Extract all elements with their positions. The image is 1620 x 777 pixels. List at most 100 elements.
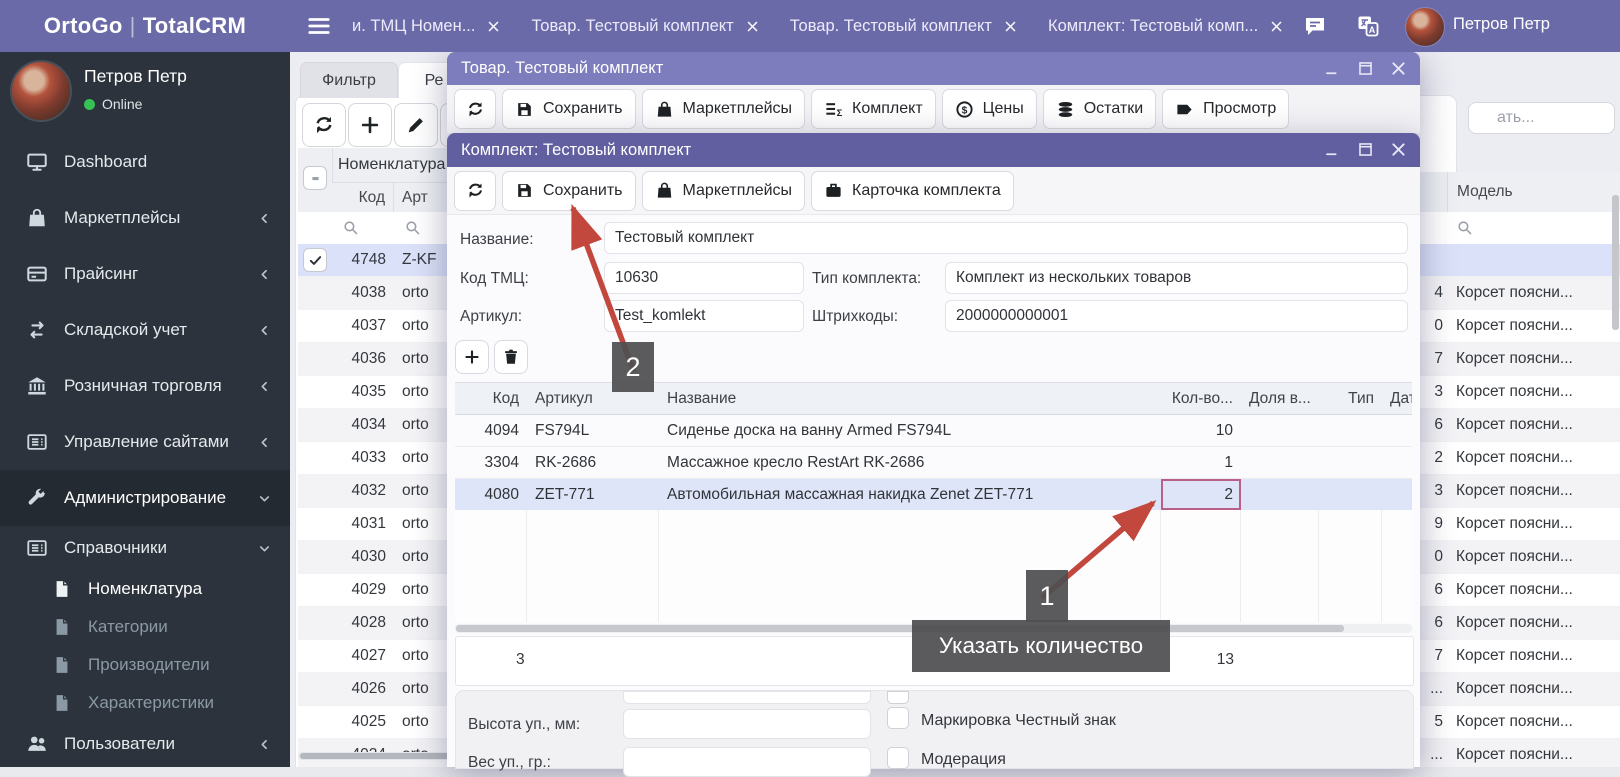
column-article[interactable]: Арт [394, 183, 428, 212]
package-field-partial[interactable] [623, 691, 871, 704]
profile-avatar[interactable] [10, 60, 72, 122]
moderation-checkbox[interactable] [887, 747, 909, 769]
row-checkbox[interactable] [303, 248, 327, 272]
tab-filter[interactable]: Фильтр [300, 62, 398, 98]
close-icon[interactable] [1389, 59, 1408, 78]
minimize-icon[interactable] [1323, 140, 1342, 159]
kit-column-2[interactable]: Название [659, 383, 1161, 415]
table-row[interactable]: 6Корсет поясни... [1420, 607, 1620, 640]
kit-cell-4 [1241, 479, 1319, 511]
sidebar-item-administration[interactable]: Администрирование [0, 470, 290, 526]
sidebar-item-characteristics[interactable]: Характеристики [0, 684, 290, 722]
cell-tail: 3 [1420, 376, 1447, 408]
kit-сохранить-button[interactable]: Сохранить [502, 171, 636, 211]
kit-item-row[interactable]: 4080ZET-771Автомобильная массажная накид… [455, 479, 1412, 511]
article-field[interactable] [604, 300, 804, 332]
checkbox-partial[interactable] [887, 691, 909, 704]
chat-icon[interactable] [1303, 14, 1327, 38]
table-row[interactable]: 3Корсет поясни... [1420, 376, 1620, 409]
kit-column-4[interactable]: Доля в... [1241, 383, 1319, 415]
table-row[interactable]: 4Корсет поясни... [1420, 277, 1620, 310]
topbar-tab-0[interactable]: и. ТМЦ Номен... [352, 17, 501, 36]
table-row[interactable]: 0Корсет поясни... [1420, 541, 1620, 574]
kit-маркетплейсы-button[interactable]: Маркетплейсы [642, 171, 806, 211]
add-item-button[interactable] [455, 340, 489, 374]
table-row[interactable]: 6Корсет поясни... [1420, 409, 1620, 442]
product-window-titlebar[interactable]: Товар. Тестовый комплект [447, 52, 1420, 85]
sidebar-item-manufacturers[interactable]: Производители [0, 646, 290, 684]
honest-sign-checkbox[interactable] [887, 707, 909, 729]
tmc-code-field[interactable] [604, 262, 804, 294]
kit-item-row[interactable]: 3304RK-2686Массажное кресло RestArt RK-2… [455, 447, 1412, 479]
product-сохранить-button[interactable]: Сохранить [502, 89, 636, 129]
topbar-tab-3[interactable]: Комплект: Тестовый комп... [1048, 17, 1284, 36]
table-row[interactable]: 2Корсет поясни... [1420, 442, 1620, 475]
sidebar-item-directories[interactable]: Справочники [0, 526, 290, 570]
product-маркетплейсы-button[interactable]: Маркетплейсы [642, 89, 806, 129]
select-all-checkbox[interactable] [303, 166, 327, 190]
maximize-icon[interactable] [1356, 140, 1375, 159]
tab-close-icon[interactable] [486, 19, 501, 34]
close-icon[interactable] [1389, 140, 1408, 159]
product-остатки-button[interactable]: Остатки [1043, 89, 1156, 129]
right-table-search-row[interactable] [1420, 212, 1620, 245]
table-row[interactable]: 5Корсет поясни... [1420, 706, 1620, 739]
table-row[interactable]: ...Корсет поясни... [1420, 739, 1620, 767]
sidebar-item-dashboard[interactable]: Dashboard [0, 134, 290, 190]
tab-close-icon[interactable] [1003, 19, 1018, 34]
sidebar-item-pricing[interactable]: Прайсинг [0, 246, 290, 302]
product-цены-button[interactable]: $Цены [942, 89, 1037, 129]
edit-button[interactable] [394, 103, 438, 147]
product-refresh-button[interactable] [454, 89, 496, 129]
kit-карточка-комплекта-button[interactable]: Карточка комплекта [811, 171, 1014, 211]
minimize-icon[interactable] [1323, 59, 1342, 78]
kit-item-row[interactable]: 4094FS794LСиденье доска на ванну Armed F… [455, 415, 1412, 447]
topbar-tab-1[interactable]: Товар. Тестовый комплект [531, 17, 759, 36]
product-комплект-button[interactable]: ΣКомплект [811, 89, 936, 129]
user-name[interactable]: Петров Петр [1453, 15, 1550, 34]
sidebar-item-nomenclature[interactable]: Номенклатура [0, 570, 290, 608]
table-row[interactable]: 7Корсет поясни... [1420, 640, 1620, 673]
add-button[interactable] [348, 103, 392, 147]
sidebar-item-site-management[interactable]: Управление сайтами [0, 414, 290, 470]
sidebar-item-users[interactable]: Пользователи [0, 722, 290, 766]
kit-type-field[interactable] [945, 262, 1408, 294]
tab-close-icon[interactable] [745, 19, 760, 34]
menu-toggle-icon[interactable] [306, 13, 332, 39]
kit-cell-2: Автомобильная массажная накидка Zenet ZE… [659, 479, 1161, 511]
sidebar-item-categories[interactable]: Категории [0, 608, 290, 646]
search-input[interactable]: ать... [1468, 102, 1615, 134]
kit-column-0[interactable]: Код [455, 383, 527, 415]
kit-column-6[interactable]: Дат [1382, 383, 1412, 415]
pack-height-field[interactable] [623, 709, 871, 739]
product-просмотр-button[interactable]: Просмотр [1162, 89, 1289, 129]
table-row[interactable]: 7Корсет поясни... [1420, 343, 1620, 376]
sidebar-item-warehouse[interactable]: Складской учет [0, 302, 290, 358]
table-row[interactable]: 9Корсет поясни... [1420, 508, 1620, 541]
name-field[interactable] [604, 222, 1408, 254]
refresh-button[interactable] [302, 103, 346, 147]
kit-column-3[interactable]: Кол-во... [1161, 383, 1241, 415]
kit-window-titlebar[interactable]: Комплект: Тестовый комплект [447, 133, 1420, 167]
column-code[interactable]: Код [332, 183, 394, 212]
table-row[interactable]: ...Корсет поясни... [1420, 673, 1620, 706]
sidebar-item-retail[interactable]: Розничная торговля [0, 358, 290, 414]
topbar-tab-2[interactable]: Товар. Тестовый комплект [790, 17, 1018, 36]
kit-refresh-button[interactable] [454, 171, 496, 211]
table-row[interactable]: 3Корсет поясни... [1420, 475, 1620, 508]
table-row[interactable]: 0Корсет поясни... [1420, 310, 1620, 343]
table-row[interactable]: 6Корсет поясни... [1420, 574, 1620, 607]
kit-column-5[interactable]: Тип [1319, 383, 1382, 415]
pack-weight-field[interactable] [623, 747, 871, 777]
vertical-scrollbar[interactable] [1612, 182, 1619, 742]
user-avatar[interactable] [1405, 7, 1445, 47]
tab-close-icon[interactable] [1269, 19, 1284, 34]
table-row[interactable] [1420, 244, 1620, 277]
tab-label: Товар. Тестовый комплект [531, 17, 733, 36]
delete-item-button[interactable] [494, 340, 528, 374]
column-model[interactable]: Модель [1448, 172, 1513, 212]
translate-icon[interactable]: A [1356, 14, 1380, 38]
maximize-icon[interactable] [1356, 59, 1375, 78]
barcode-field[interactable] [945, 300, 1408, 332]
sidebar-item-marketplaces[interactable]: Маркетплейсы [0, 190, 290, 246]
